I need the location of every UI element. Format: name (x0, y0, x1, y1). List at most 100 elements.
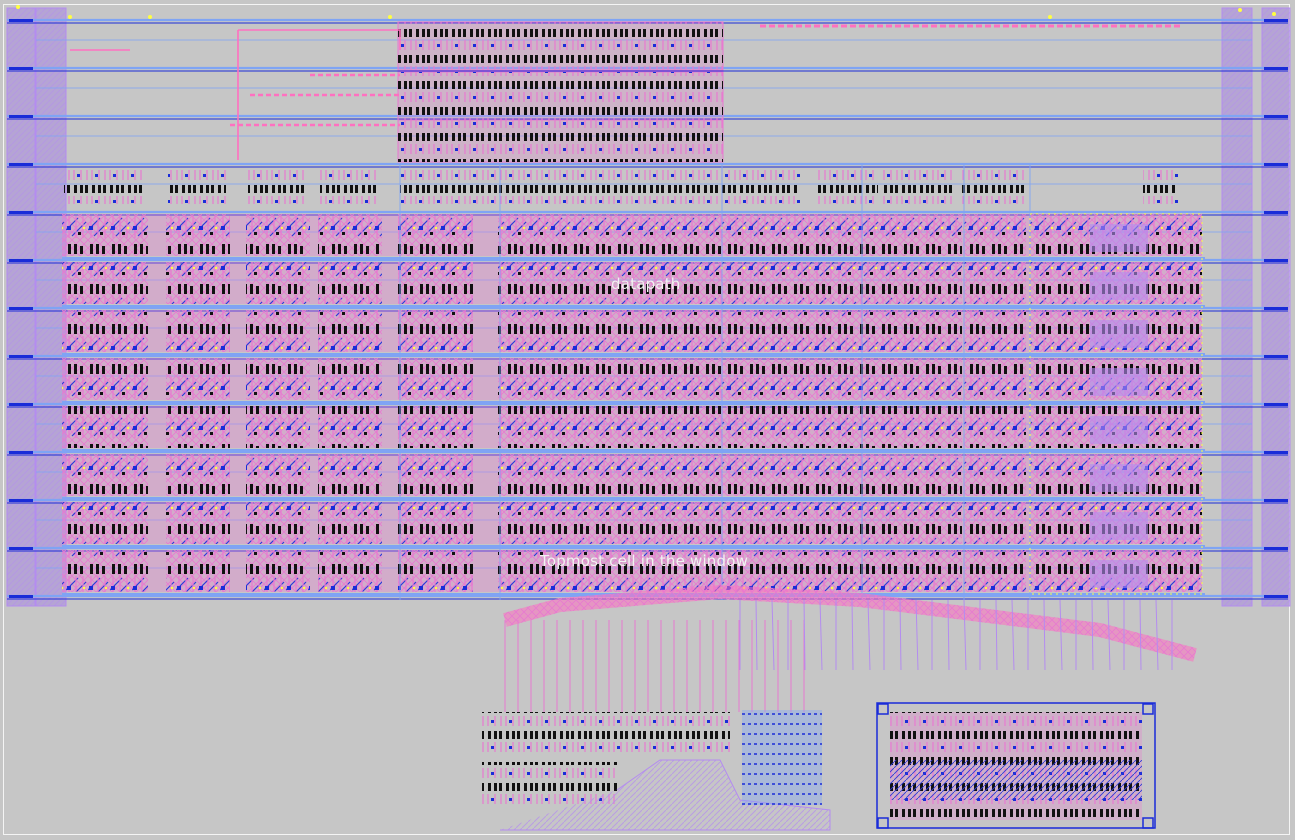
bit-cell (246, 310, 310, 352)
rail-pin (1264, 547, 1288, 550)
bit-cell (964, 454, 1026, 496)
bottom-right-cell-diag (890, 760, 1142, 800)
bit-row-diffusion (1090, 416, 1148, 444)
rail-pin (9, 211, 33, 214)
rail-pin (9, 355, 33, 358)
layout-view[interactable] (0, 0, 1295, 840)
bit-cell (964, 406, 1026, 448)
bit-cell (166, 454, 230, 496)
bit-cell (62, 502, 148, 544)
rail-pin (9, 163, 33, 166)
bit-cell (398, 358, 473, 400)
rail-pin (1264, 163, 1288, 166)
bottom-left-cells (482, 712, 730, 754)
bit-cell (62, 358, 148, 400)
text-marker (68, 15, 72, 19)
rail-pin (1264, 355, 1288, 358)
bit-cell (862, 454, 962, 496)
rail-pin (9, 307, 33, 310)
text-marker (1238, 8, 1242, 12)
bit-row-diffusion (1090, 272, 1148, 300)
bit-cell (62, 406, 148, 448)
bit-cell (62, 454, 148, 496)
routing-drop (1091, 599, 1094, 671)
bit-cell (498, 358, 723, 400)
header-cell (400, 168, 500, 204)
datapath-cell-label[interactable]: datapath (611, 275, 681, 293)
header-cell (1143, 168, 1178, 204)
bit-cell (246, 550, 310, 592)
routing-drop (771, 599, 775, 671)
rail-pin (1264, 451, 1288, 454)
rail-pin (1264, 307, 1288, 310)
bit-cell (498, 214, 723, 256)
bit-cell (398, 262, 473, 304)
bit-cell (318, 358, 382, 400)
rail-pin (9, 595, 33, 598)
text-marker (1048, 15, 1052, 19)
text-marker (148, 15, 152, 19)
bit-cell (318, 310, 382, 352)
bit-cell (964, 502, 1026, 544)
bit-cell (166, 406, 230, 448)
rail-pin (9, 451, 33, 454)
bit-cell (862, 262, 962, 304)
rail-pin (9, 547, 33, 550)
control-row-cells (398, 72, 723, 120)
cell-corner-marker (1142, 817, 1154, 829)
bit-cell (964, 262, 1026, 304)
bit-cell (246, 214, 310, 256)
rail-pin (1264, 211, 1288, 214)
header-cell (818, 168, 878, 204)
header-cell (725, 168, 800, 204)
text-marker (16, 5, 20, 9)
cell-corner-marker (1142, 703, 1154, 715)
bit-cell (722, 358, 862, 400)
header-cell (64, 168, 144, 204)
bit-cell (722, 310, 862, 352)
bit-cell (862, 358, 962, 400)
rail-pin (1264, 67, 1288, 70)
rail-pin (9, 499, 33, 502)
header-cell (880, 168, 955, 204)
routing-drop (1011, 599, 1015, 671)
bit-cell (862, 214, 962, 256)
routing-drop (819, 599, 823, 671)
cell-corner-marker (877, 817, 889, 829)
poly-wire (230, 73, 400, 127)
bit-cell (166, 550, 230, 592)
bit-cell (398, 310, 473, 352)
topmost-cell-label: Topmost cell in the window (540, 552, 749, 570)
header-cell (962, 168, 1027, 204)
bit-row-diffusion (1090, 224, 1148, 252)
bit-cell (246, 406, 310, 448)
header-cell (168, 168, 226, 204)
bit-row-diffusion (1090, 560, 1148, 588)
bit-cell (498, 454, 723, 496)
bit-cell (318, 550, 382, 592)
cell-corner-marker (877, 703, 889, 715)
bit-cell (964, 358, 1026, 400)
layout-editor-canvas[interactable]: datapath Topmost cell in the window (0, 0, 1295, 840)
bit-cell (318, 502, 382, 544)
bit-cell (246, 358, 310, 400)
control-row-cells (398, 120, 723, 162)
bit-cell (862, 502, 962, 544)
header-cell (320, 168, 378, 204)
bit-row-diffusion (1090, 320, 1148, 348)
bit-cell (62, 214, 148, 256)
rail-pin (1264, 115, 1288, 118)
bit-cell (862, 550, 962, 592)
bit-cell (862, 310, 962, 352)
bit-cell (318, 454, 382, 496)
bit-cell (398, 406, 473, 448)
bit-cell (722, 406, 862, 448)
rail-pin (9, 259, 33, 262)
rail-pin (9, 19, 33, 22)
header-cell (500, 168, 725, 204)
bit-cell (166, 358, 230, 400)
routing-drop (851, 599, 854, 671)
rail-pin (1264, 19, 1288, 22)
rail-pin (1264, 499, 1288, 502)
bit-cell (62, 310, 148, 352)
